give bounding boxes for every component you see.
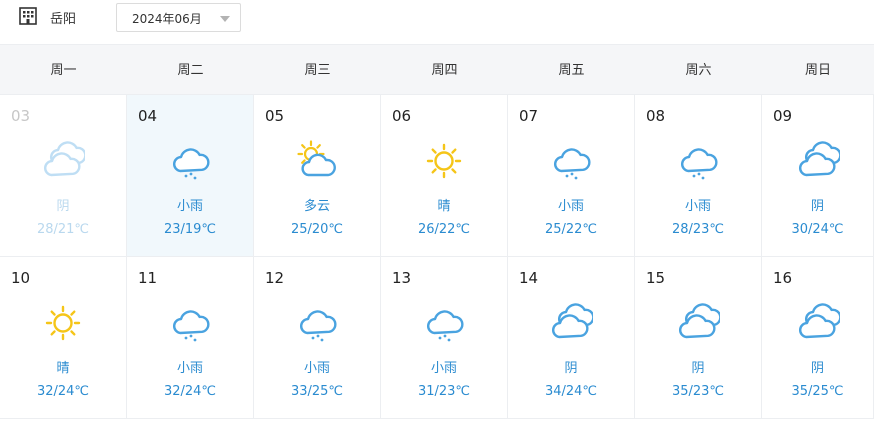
day-cell[interactable]: 06 晴 26/22℃ — [381, 95, 508, 257]
weather-description: 小雨 — [684, 199, 711, 214]
weekday-label: 周二 — [177, 63, 204, 78]
partly-cloudy-icon — [297, 140, 336, 177]
temperature-range: 33/25℃ — [290, 384, 344, 399]
cloudy-icon — [678, 303, 720, 339]
day-cell[interactable]: 13 小雨 31/23℃ — [381, 257, 508, 419]
light-rain-icon — [680, 148, 718, 180]
day-number: 08 — [646, 107, 666, 125]
day-number: 15 — [646, 269, 666, 287]
temperature-range: 32/24℃ — [163, 384, 217, 399]
weekday-label: 周五 — [558, 63, 585, 78]
day-cell[interactable]: 07 小雨 25/22℃ — [508, 95, 635, 257]
weather-description: 小雨 — [176, 361, 203, 376]
temperature-range: 28/23℃ — [671, 222, 725, 237]
day-cell[interactable]: 14 阴 34/24℃ — [508, 257, 635, 419]
day-number: 06 — [392, 107, 412, 125]
weather-description: 阴 — [810, 361, 824, 376]
cloudy-icon — [798, 141, 840, 177]
light-rain-icon — [299, 310, 337, 342]
day-cell[interactable]: 04 小雨 23/19℃ — [127, 95, 254, 257]
day-number: 05 — [265, 107, 285, 125]
day-cell[interactable]: 15 阴 35/23℃ — [635, 257, 762, 419]
chevron-down-icon — [220, 16, 230, 22]
weather-description: 阴 — [691, 361, 705, 376]
weather-description: 阴 — [810, 199, 824, 214]
temperature-range: 30/24℃ — [791, 222, 844, 237]
day-cell[interactable]: 12 小雨 33/25℃ — [254, 257, 381, 419]
building-icon — [19, 7, 37, 25]
day-cell[interactable]: 03 阴 28/21℃ — [0, 95, 127, 257]
cloudy-icon — [798, 303, 840, 339]
temperature-range: 23/19℃ — [163, 222, 217, 237]
temperature-range: 32/24℃ — [36, 384, 90, 399]
day-cell[interactable]: 05 多云 25/20℃ — [254, 95, 381, 257]
day-cell[interactable]: 11 小雨 32/24℃ — [127, 257, 254, 419]
weather-description: 晴 — [437, 199, 451, 214]
weekday-label: 周日 — [804, 63, 831, 78]
day-cell[interactable]: 10 晴 32/24℃ — [0, 257, 127, 419]
temperature-range: 31/23℃ — [417, 384, 471, 399]
day-number: 04 — [138, 107, 158, 125]
day-number: 13 — [392, 269, 412, 287]
city-name[interactable]: 岳阳 — [50, 8, 76, 27]
weekday-label: 周四 — [431, 63, 458, 78]
weather-description: 晴 — [56, 361, 70, 376]
day-number: 12 — [265, 269, 285, 287]
light-rain-icon — [426, 310, 464, 342]
day-number: 07 — [519, 107, 539, 125]
day-number: 14 — [519, 269, 539, 287]
weather-description: 小雨 — [303, 361, 330, 376]
day-number: 11 — [138, 269, 158, 287]
weather-description: 阴 — [564, 361, 578, 376]
light-rain-icon — [172, 148, 210, 180]
temperature-range: 26/22℃ — [417, 222, 471, 237]
temperature-range: 25/20℃ — [290, 222, 344, 237]
day-number: 03 — [11, 107, 31, 125]
weekday-label: 周六 — [685, 63, 712, 78]
sunny-icon — [45, 305, 81, 341]
weather-description: 小雨 — [430, 361, 457, 376]
day-cell[interactable]: 09 阴 30/24℃ — [762, 95, 874, 257]
light-rain-icon — [172, 310, 210, 342]
day-number: 10 — [11, 269, 31, 287]
day-number: 16 — [773, 269, 793, 287]
sunny-icon — [426, 143, 462, 179]
weather-description: 小雨 — [176, 199, 203, 214]
cloudy-icon — [551, 303, 593, 339]
weekday-label: 周三 — [304, 63, 331, 78]
weekday-header: 周一 周二 周三 周四 周五 周六 周日 — [0, 44, 874, 95]
month-select[interactable]: 2024年06月 — [116, 3, 241, 32]
temperature-range: 35/23℃ — [671, 384, 725, 399]
day-cell[interactable]: 08 小雨 28/23℃ — [635, 95, 762, 257]
day-cell[interactable]: 16 阴 35/25℃ — [762, 257, 874, 419]
weather-description: 阴 — [56, 199, 70, 214]
temperature-range: 34/24℃ — [544, 384, 598, 399]
cloudy-icon — [43, 141, 85, 177]
temperature-range: 28/21℃ — [36, 222, 90, 237]
month-select-value: 2024年06月 — [132, 12, 202, 26]
temperature-range: 35/25℃ — [791, 384, 844, 399]
weather-description: 小雨 — [557, 199, 584, 214]
top-bar: 岳阳 2024年06月 — [0, 0, 874, 42]
weather-description: 多云 — [303, 199, 330, 214]
day-number: 09 — [773, 107, 793, 125]
light-rain-icon — [553, 148, 591, 180]
temperature-range: 25/22℃ — [544, 222, 598, 237]
weekday-label: 周一 — [50, 63, 77, 78]
